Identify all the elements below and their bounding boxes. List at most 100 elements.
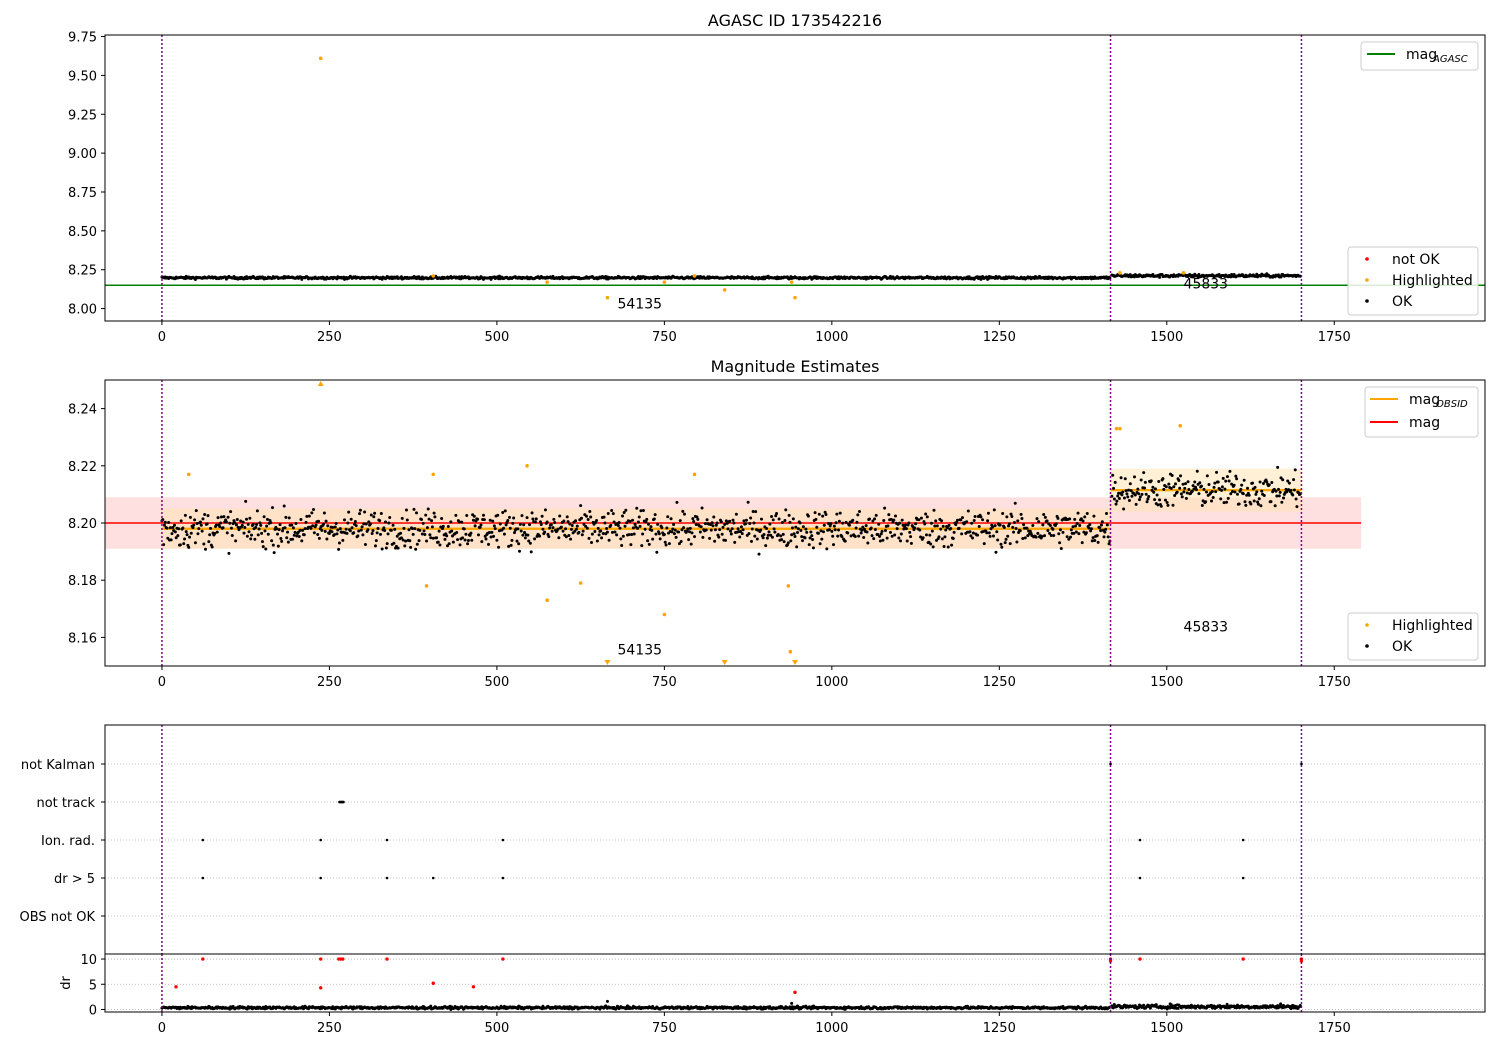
ok-point (270, 539, 274, 543)
ok-point (415, 542, 419, 546)
ok-point (281, 529, 285, 533)
ok-point (670, 530, 674, 534)
ok-point (354, 524, 358, 528)
ok-point (192, 523, 196, 527)
ok-point (1083, 515, 1087, 519)
ok-point (893, 533, 897, 537)
ok-point (317, 536, 321, 540)
ok-point (762, 533, 766, 537)
ok-point (450, 529, 454, 533)
ok-point (821, 514, 825, 518)
ok-point (1292, 478, 1296, 482)
ok-point (924, 512, 928, 516)
ok-point (1225, 475, 1229, 479)
ok-point (265, 524, 269, 528)
ok-point (1069, 528, 1073, 532)
ok-point (417, 539, 421, 543)
ok-point (1058, 541, 1062, 545)
ok-point (1262, 494, 1266, 498)
ok-point (228, 521, 232, 525)
ok-point (1287, 481, 1291, 485)
ok-point (794, 525, 798, 529)
ok-point (1233, 490, 1237, 494)
ok-point (917, 518, 921, 522)
ok-point (1207, 482, 1211, 486)
ok-point (317, 519, 321, 523)
ok-point (189, 531, 193, 535)
ok-point (1282, 496, 1286, 500)
highlighted-point (722, 288, 727, 292)
ok-point (1012, 521, 1016, 525)
ok-point (235, 517, 239, 521)
ok-point (1018, 529, 1022, 533)
ok-point (764, 544, 768, 548)
ok-point (781, 532, 785, 536)
ok-point (502, 532, 506, 536)
ok-point (913, 526, 917, 530)
ok-point (1036, 531, 1040, 535)
ok-point (857, 534, 861, 538)
ok-point (675, 500, 679, 504)
ok-point (202, 542, 206, 546)
ok-point (713, 539, 717, 543)
ok-point (687, 538, 691, 542)
ok-point (711, 524, 715, 528)
ok-point (234, 539, 238, 543)
ok-point (1010, 515, 1014, 519)
ok-point (937, 535, 941, 539)
ok-point (655, 550, 659, 554)
ok-point (1221, 476, 1225, 480)
ok-point (856, 513, 860, 517)
ok-point (765, 527, 769, 531)
ok-point (1122, 496, 1126, 500)
ok-point (1219, 497, 1223, 501)
ok-point (210, 545, 214, 549)
ok-point (1137, 498, 1141, 502)
ok-point (601, 531, 605, 535)
ok-point (1125, 492, 1129, 496)
ok-point (1127, 488, 1131, 492)
ok-point (783, 519, 787, 523)
ok-point (1292, 488, 1296, 492)
ok-point (1158, 498, 1162, 502)
ok-point (829, 522, 833, 526)
ok-point (1186, 480, 1190, 484)
x-tick-label: 1500 (1150, 675, 1183, 690)
ok-point (247, 530, 251, 534)
ok-point (300, 539, 304, 543)
ok-point (291, 537, 295, 541)
ok-point (1205, 474, 1209, 478)
ok-point (1126, 495, 1130, 499)
ok-point (1045, 519, 1049, 523)
ok-point (633, 522, 637, 526)
ok-point (489, 535, 493, 539)
ok-point (1124, 489, 1128, 493)
flag-point (1300, 762, 1303, 766)
ok-point (784, 508, 788, 512)
ok-point (404, 508, 408, 512)
ok-point (193, 541, 197, 545)
ok-point (1147, 494, 1151, 498)
ok-point (1088, 523, 1092, 527)
ok-point (587, 536, 591, 540)
ok-point (501, 511, 505, 515)
ok-point (1111, 473, 1115, 477)
ok-point (943, 535, 947, 539)
ok-point (200, 529, 204, 533)
not-ok-point (385, 957, 389, 961)
ok-point (1167, 482, 1171, 486)
ok-point (581, 529, 585, 533)
ok-point (708, 536, 712, 540)
ok-point (178, 543, 182, 547)
ok-point (689, 542, 693, 546)
ok-point (363, 543, 367, 547)
ok-point (558, 514, 562, 518)
ok-point (909, 535, 913, 539)
ok-point (636, 526, 640, 530)
ok-point (1240, 483, 1244, 487)
ok-point (263, 529, 267, 533)
ok-point (791, 517, 795, 521)
ok-point (1179, 492, 1183, 496)
ok-point (456, 538, 460, 542)
ok-point (264, 547, 268, 551)
